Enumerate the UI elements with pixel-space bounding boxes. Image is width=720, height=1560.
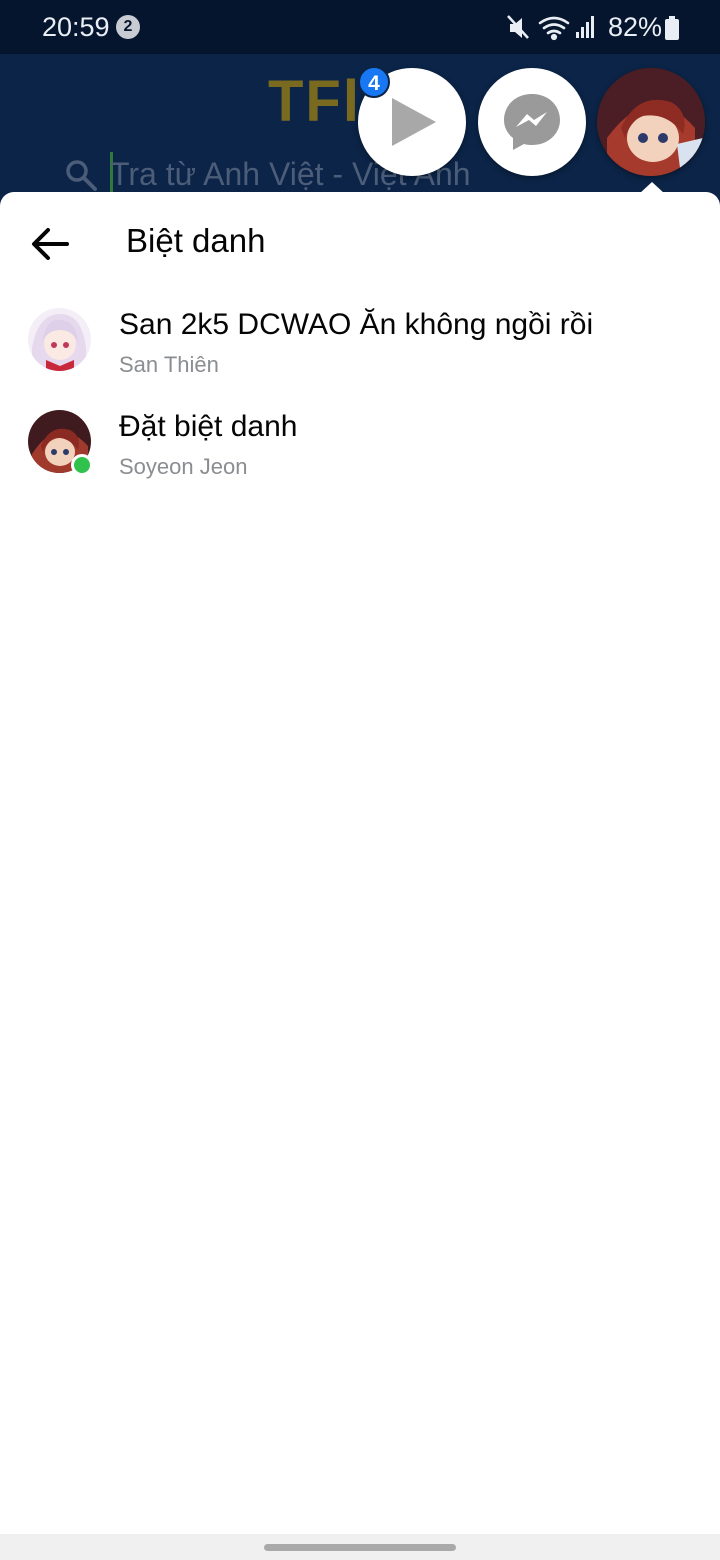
member-name: Soyeon Jeon: [119, 454, 248, 479]
mute-icon: [507, 15, 529, 39]
nickname-label: San 2k5 DCWAO Ăn không ngồi rồi: [119, 308, 594, 341]
list-item[interactable]: San 2k5 DCWAO Ăn không ngồi rồi San Thiê…: [0, 300, 720, 402]
back-arrow-icon: [32, 228, 69, 260]
battery-icon: [664, 16, 680, 45]
chat-head-avatar[interactable]: [597, 68, 705, 176]
chat-head-badge: 4: [358, 66, 390, 98]
navigation-bar: [0, 1534, 720, 1560]
avatar: [28, 308, 91, 371]
chat-head-messenger[interactable]: [478, 68, 586, 176]
nickname-label: Đặt biệt danh: [119, 410, 298, 443]
battery-percentage: 82%: [608, 12, 663, 42]
status-time: 20:59: [42, 12, 110, 42]
wifi-icon: [538, 16, 570, 41]
avatar-image: [597, 68, 705, 176]
nicknames-panel: Biệt danh San 2k5 DCWAO Ăn không ngồi rồ…: [0, 192, 720, 1534]
signal-icon: [576, 16, 594, 38]
member-name: San Thiên: [119, 352, 219, 377]
back-button[interactable]: [24, 218, 76, 270]
nickname-list: San 2k5 DCWAO Ăn không ngồi rồi San Thiê…: [0, 300, 720, 504]
status-bar: 20:59 2 82%: [0, 0, 720, 54]
online-status-indicator: [71, 454, 93, 476]
home-gesture-handle[interactable]: [264, 1544, 456, 1551]
status-icons: [506, 14, 602, 47]
messenger-icon: [504, 94, 560, 150]
notification-count-badge: 2: [116, 15, 140, 39]
list-item[interactable]: Đặt biệt danh Soyeon Jeon: [0, 402, 720, 504]
page-title: Biệt danh: [126, 222, 266, 259]
panel-header: Biệt danh: [0, 192, 720, 292]
